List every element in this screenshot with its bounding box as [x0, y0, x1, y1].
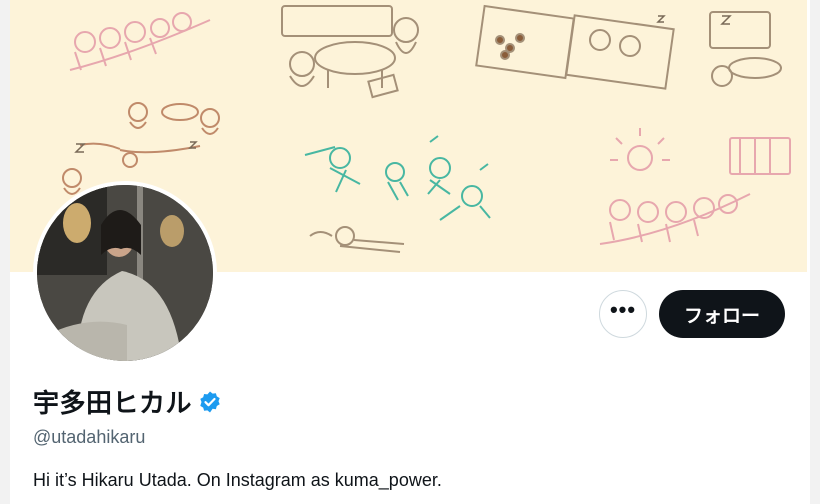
brown-room-sketch — [281, 5, 419, 99]
page-frame-left — [0, 0, 10, 504]
page-frame-right — [810, 0, 820, 504]
more-options-button[interactable]: ••• — [599, 290, 647, 338]
more-dots-icon: ••• — [609, 297, 637, 322]
avatar-photo — [37, 185, 213, 361]
verified-badge-icon[interactable] — [198, 390, 222, 414]
pink-bear-row-top — [69, 12, 211, 71]
profile-handle: @utadahikaru — [33, 427, 146, 447]
brown-lying-bear — [309, 226, 405, 253]
display-name: 宇多田ヒカル — [33, 388, 193, 418]
profile-avatar[interactable] — [33, 181, 217, 365]
pink-bears-right — [599, 128, 791, 245]
follow-button[interactable]: フォロー — [659, 290, 785, 338]
profile-bio: Hi it’s Hikaru Utada. On Instagram as ku… — [33, 470, 442, 490]
avatar-photo-art — [37, 185, 213, 361]
brown-bed-sketch — [475, 4, 782, 90]
profile-name-row: 宇多田ヒカル — [33, 383, 222, 420]
teal-bears-sketch — [304, 135, 491, 221]
